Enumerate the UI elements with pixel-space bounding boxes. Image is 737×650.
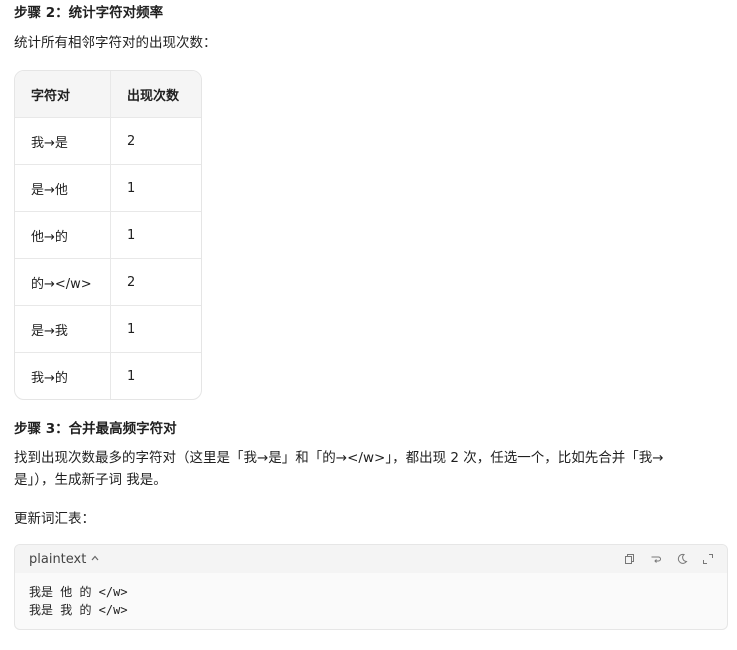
vocab-label: 更新词汇表： xyxy=(14,511,95,527)
code-header: plaintext xyxy=(15,545,727,573)
pair-cell: 我→的 xyxy=(15,352,111,399)
count-cell: 2 xyxy=(110,117,201,165)
step3-title: 步骤 3：合并最高频字符对 xyxy=(14,421,177,437)
table-header-row: 字符对 出现次数 xyxy=(15,71,201,118)
step2-title: 步骤 2：统计字符对频率 xyxy=(14,5,164,21)
table-row: 是→他 1 xyxy=(15,164,201,212)
pair-cell: 的→</w> xyxy=(15,258,111,306)
pair-cell: 我→是 xyxy=(15,117,111,165)
table-row: 他→的 1 xyxy=(15,211,201,259)
code-block: plaintext 我是 他 的 </w> 我是 我 的 </w> xyxy=(14,544,728,630)
count-cell: 1 xyxy=(110,211,201,259)
count-cell: 2 xyxy=(110,258,201,306)
table-row: 是→我 1 xyxy=(15,305,201,353)
chevron-up-icon xyxy=(90,553,100,566)
pair-cell: 他→的 xyxy=(15,211,111,259)
count-cell: 1 xyxy=(127,368,136,384)
code-content: 我是 他 的 </w> 我是 我 的 </w> xyxy=(15,573,727,629)
table-row: 的→</w> 2 xyxy=(15,258,201,306)
pair-frequency-table: 字符对 出现次数 我→是 2 是→他 1 他→的 1 的→</w> 2 是→我 … xyxy=(15,71,201,399)
column-header-count: 出现次数 xyxy=(110,71,201,118)
copy-icon[interactable] xyxy=(623,552,637,566)
step3-text-line2: 是」），生成新子词 我是。 xyxy=(14,472,167,488)
pair-cell: 是→我 xyxy=(15,305,111,353)
code-toolbar xyxy=(623,552,715,566)
moon-icon[interactable] xyxy=(675,552,689,566)
pair-cell: 是→他 xyxy=(15,164,111,212)
pair-table-container: 字符对 出现次数 我→是 2 是→他 1 他→的 1 的→</w> 2 是→我 … xyxy=(14,70,202,400)
expand-icon[interactable] xyxy=(701,552,715,566)
table-row: 我→的 1 xyxy=(15,352,201,399)
count-cell: 1 xyxy=(110,305,201,353)
code-line: 我是 我 的 </w> xyxy=(29,603,128,617)
column-header-pair: 字符对 xyxy=(15,71,111,118)
code-language-toggle[interactable]: plaintext xyxy=(29,552,100,567)
code-language-label: plaintext xyxy=(29,551,87,567)
count-cell: 1 xyxy=(110,164,201,212)
wrap-icon[interactable] xyxy=(649,552,663,566)
step2-intro: 统计所有相邻字符对的出现次数： xyxy=(14,35,217,51)
step3-text-line1: 找到出现次数最多的字符对（这里是「我→是」和「的→</w>」，都出现 2 次，任… xyxy=(14,450,664,466)
code-line: 我是 他 的 </w> xyxy=(29,585,128,599)
content: 步骤 2：统计字符对频率 统计所有相邻字符对的出现次数： 字符对 出现次数 我→… xyxy=(14,0,728,630)
table-row: 我→是 2 xyxy=(15,117,201,165)
